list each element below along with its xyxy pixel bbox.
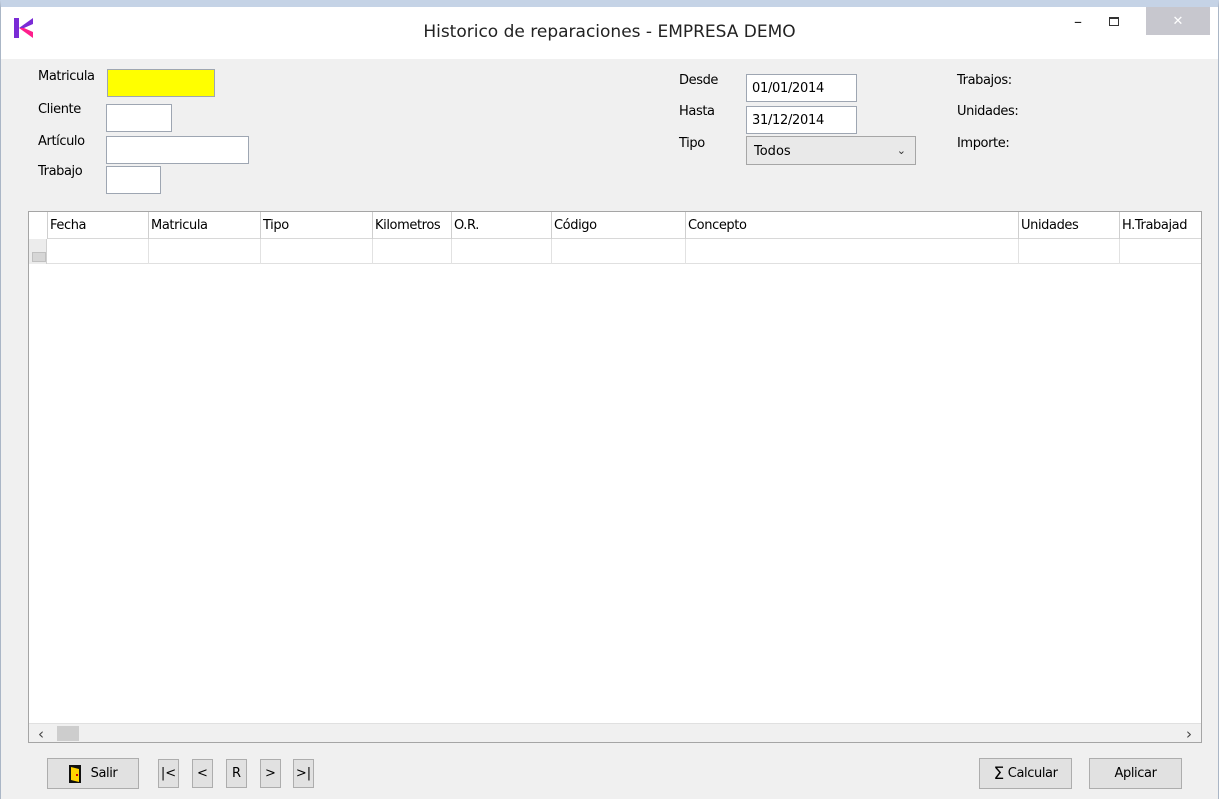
salir-label: Salir — [90, 766, 118, 781]
minimize-button[interactable]: – — [1061, 7, 1095, 35]
app-window: Historico de reparaciones - EMPRESA DEMO… — [0, 0, 1219, 799]
column-header-codigo[interactable]: Código — [551, 212, 685, 239]
articulo-label: Artículo — [38, 134, 85, 149]
sigma-icon: Σ — [993, 763, 1004, 784]
maximize-button[interactable] — [1097, 7, 1131, 35]
table-row[interactable] — [29, 239, 1201, 264]
row-divider — [260, 239, 261, 264]
row-divider — [148, 239, 149, 264]
articulo-input[interactable] — [106, 136, 249, 164]
desde-label: Desde — [679, 73, 719, 88]
repairs-grid[interactable]: Fecha Matricula Tipo Kilometros O.R. Cód… — [28, 211, 1202, 743]
trabajos-summary-label: Trabajos: — [957, 73, 1012, 88]
title-bar: Historico de reparaciones - EMPRESA DEMO… — [1, 7, 1218, 59]
grid-header: Fecha Matricula Tipo Kilometros O.R. Cód… — [29, 212, 1201, 239]
previous-record-button[interactable]: < — [192, 759, 213, 788]
aplicar-label: Aplicar — [1114, 766, 1157, 781]
row-selector-icon — [32, 252, 46, 262]
row-divider — [372, 239, 373, 264]
window-title: Historico de reparaciones - EMPRESA DEMO — [423, 22, 796, 42]
scroll-left-icon[interactable]: ‹ — [31, 724, 51, 743]
row-divider — [451, 239, 452, 264]
trabajo-label: Trabajo — [38, 164, 83, 179]
maximize-icon — [1109, 16, 1119, 26]
column-header-horas-trabajadas[interactable]: H.Trabajad — [1119, 212, 1202, 239]
last-record-button[interactable]: >| — [293, 759, 314, 788]
desde-input[interactable]: 01/01/2014 — [746, 74, 857, 102]
minimize-icon: – — [1074, 11, 1082, 31]
horizontal-scrollbar[interactable]: ‹ › — [29, 723, 1201, 743]
hasta-label: Hasta — [679, 104, 715, 119]
row-indicator[interactable] — [29, 239, 47, 264]
calcular-label: Calcular — [1007, 766, 1058, 781]
tipo-label: Tipo — [679, 136, 705, 151]
matricula-label: Matricula — [38, 69, 95, 84]
column-header-or[interactable]: O.R. — [451, 212, 551, 239]
row-divider — [1119, 239, 1120, 264]
refresh-button[interactable]: R — [226, 759, 247, 788]
close-icon: ✕ — [1172, 13, 1184, 29]
column-header-fecha[interactable]: Fecha — [47, 212, 148, 239]
grid-header-indicator — [29, 212, 47, 239]
tipo-select-value: Todos — [754, 144, 791, 159]
row-divider — [551, 239, 552, 264]
scroll-thumb[interactable] — [57, 726, 79, 741]
column-header-matricula[interactable]: Matricula — [148, 212, 260, 239]
scroll-right-icon[interactable]: › — [1179, 724, 1199, 743]
column-header-concepto[interactable]: Concepto — [685, 212, 1018, 239]
close-button[interactable]: ✕ — [1146, 7, 1210, 35]
column-header-unidades[interactable]: Unidades — [1018, 212, 1119, 239]
next-record-button[interactable]: > — [260, 759, 281, 788]
tipo-select[interactable]: Todos ⌄ — [746, 136, 916, 165]
aplicar-button[interactable]: Aplicar — [1089, 758, 1182, 789]
trabajo-input[interactable] — [106, 166, 161, 194]
cliente-label: Cliente — [38, 102, 81, 117]
hasta-input[interactable]: 31/12/2014 — [746, 106, 857, 134]
chevron-down-icon: ⌄ — [896, 144, 906, 157]
column-header-kilometros[interactable]: Kilometros — [372, 212, 451, 239]
salir-button[interactable]: Salir — [47, 758, 139, 789]
importe-summary-label: Importe: — [957, 136, 1010, 151]
cliente-input[interactable] — [106, 104, 172, 132]
matricula-input[interactable] — [107, 69, 215, 97]
row-divider — [1018, 239, 1019, 264]
calcular-button[interactable]: Σ Calcular — [979, 758, 1072, 789]
column-header-tipo[interactable]: Tipo — [260, 212, 372, 239]
row-divider — [685, 239, 686, 264]
exit-door-icon — [68, 764, 81, 783]
first-record-button[interactable]: |< — [158, 759, 179, 788]
unidades-summary-label: Unidades: — [957, 104, 1019, 119]
